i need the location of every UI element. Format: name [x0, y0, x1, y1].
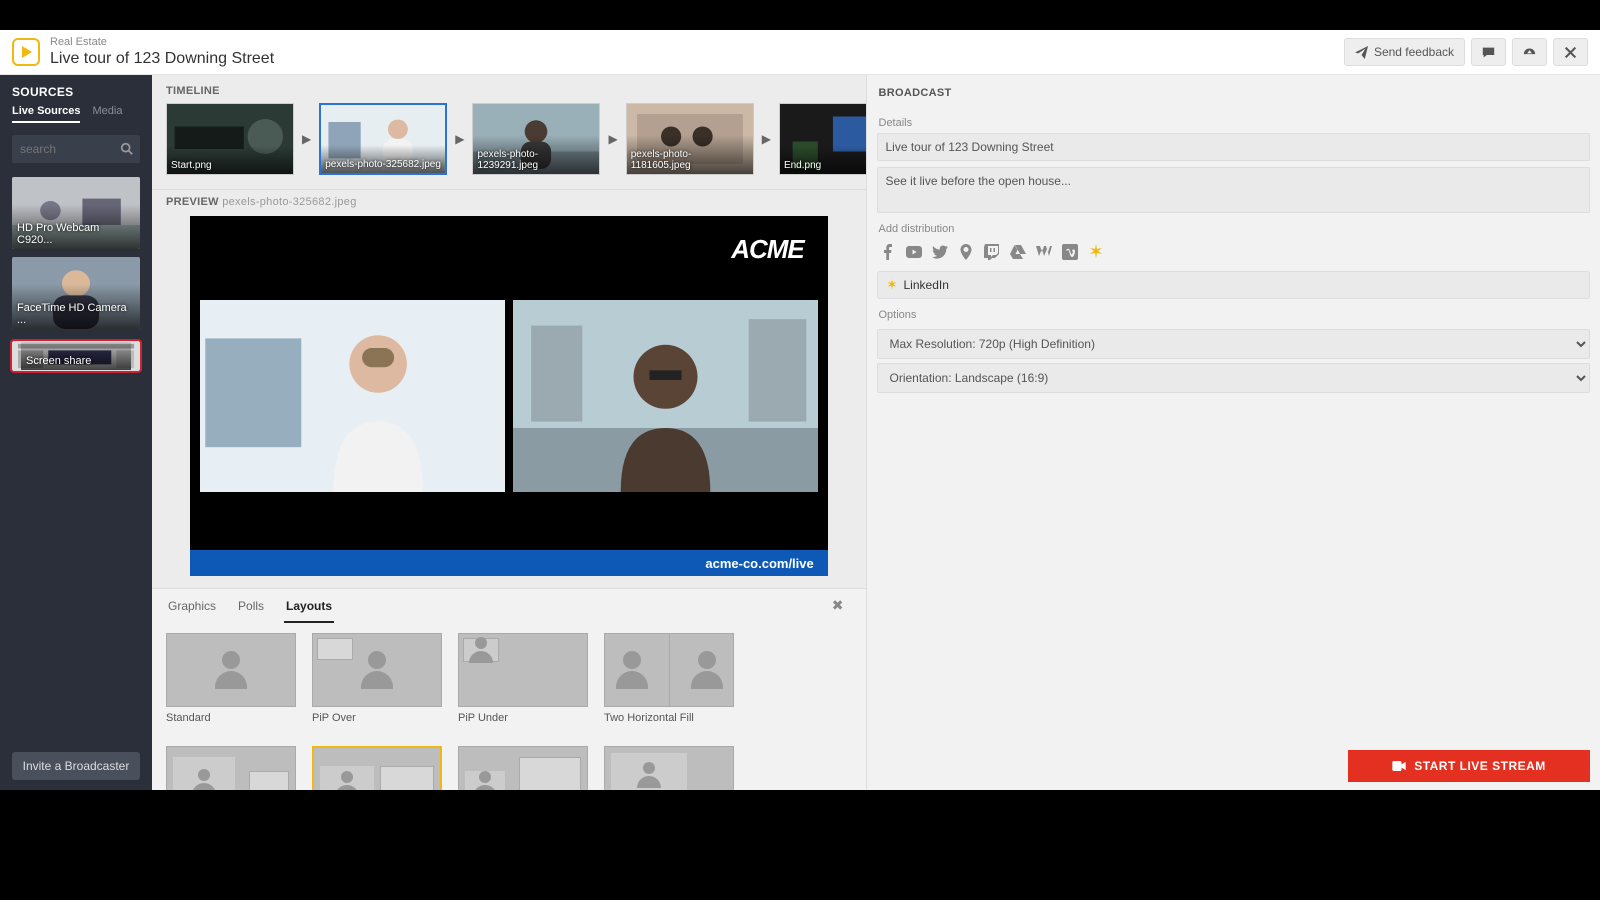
app-header: Real Estate Live tour of 123 Downing Str… — [0, 30, 1600, 75]
layout-pip-under[interactable]: PiP Under — [458, 633, 588, 724]
preview-heading: PREVIEW — [166, 196, 219, 208]
broadcast-panel: BROADCAST Details Add distribution Linke… — [866, 75, 1600, 790]
wistia-icon[interactable] — [1035, 243, 1053, 261]
broadcast-title-input[interactable] — [877, 133, 1591, 161]
camera-icon — [1392, 761, 1406, 771]
tab-layouts[interactable]: Layouts — [284, 589, 334, 623]
app-logo — [12, 38, 40, 66]
send-feedback-button[interactable]: Send feedback — [1344, 38, 1465, 66]
asterisk-icon — [886, 279, 898, 291]
resolution-select[interactable]: Max Resolution: 720p (High Definition) — [877, 329, 1591, 359]
tab-polls[interactable]: Polls — [236, 589, 266, 623]
close-panel-icon[interactable]: ✖ — [832, 597, 844, 614]
tab-media[interactable]: Media — [92, 105, 122, 123]
facebook-icon[interactable] — [879, 243, 897, 261]
chat-button[interactable] — [1471, 38, 1506, 66]
search-icon[interactable] — [120, 142, 134, 159]
sources-panel: SOURCES Live Sources Media HD Pro Webcam… — [0, 75, 152, 790]
tab-graphics[interactable]: Graphics — [166, 589, 218, 623]
sources-heading: SOURCES — [0, 75, 152, 105]
chat-icon — [1482, 46, 1495, 59]
custom-dist-icon[interactable] — [1087, 243, 1105, 261]
twitter-icon[interactable] — [931, 243, 949, 261]
add-distribution-label: Add distribution — [879, 223, 1589, 235]
invite-broadcaster-button[interactable]: Invite a Broadcaster — [12, 752, 140, 780]
distribution-chip[interactable]: LinkedIn — [877, 271, 1591, 299]
periscope-icon[interactable] — [957, 243, 975, 261]
timeline-item[interactable]: Start.png — [166, 103, 294, 175]
layout-two-h-fill[interactable]: Two Horizontal Fill — [604, 633, 734, 724]
layout-standard[interactable]: Standard — [166, 633, 296, 724]
chevron-right-icon: ▶ — [606, 132, 619, 146]
timeline: Start.png ▶ pexels-photo-325682.jpeg ▶ p… — [152, 103, 866, 190]
layout-pip-over[interactable]: PiP Over — [312, 633, 442, 724]
layout-two-horizontal[interactable]: Two Horizontal — [312, 746, 442, 790]
source-facetime[interactable]: FaceTime HD Camera ... — [12, 257, 140, 329]
twitch-icon[interactable] — [983, 243, 1001, 261]
timeline-item[interactable]: pexels-photo-1239291.jpeg — [472, 103, 600, 175]
lower-third: acme-co.com/live — [190, 550, 828, 576]
chevron-right-icon: ▶ — [453, 132, 466, 146]
timeline-item[interactable]: pexels-photo-1181605.jpeg — [626, 103, 754, 175]
breadcrumb: Real Estate — [50, 36, 1344, 49]
close-button[interactable] — [1553, 38, 1588, 66]
broadcast-desc-input[interactable] — [877, 167, 1591, 213]
preview-stage: ACME acme-co.com/live — [190, 216, 828, 576]
options-label: Options — [879, 309, 1589, 321]
start-live-stream-button[interactable]: START LIVE STREAM — [1348, 750, 1590, 782]
timeline-item[interactable]: pexels-photo-325682.jpeg — [319, 103, 447, 175]
tab-live-sources[interactable]: Live Sources — [12, 105, 80, 123]
source-screen-share[interactable]: Screen share — [12, 341, 140, 371]
gauge-icon — [1523, 46, 1536, 59]
preview-feed-left — [200, 300, 505, 492]
details-label: Details — [879, 117, 1589, 129]
layout-option[interactable] — [604, 746, 734, 790]
youtube-icon[interactable] — [905, 243, 923, 261]
chevron-right-icon: ▶ — [300, 132, 313, 146]
preview-feed-right — [513, 300, 818, 492]
preview-filename: pexels-photo-325682.jpeg — [222, 196, 356, 208]
watermark: ACME — [731, 234, 804, 265]
drive-icon[interactable] — [1009, 243, 1027, 261]
layouts-grid: Standard PiP Over PiP Under Two Horizont… — [152, 623, 866, 790]
layout-two-right[interactable]: Two Right — [458, 746, 588, 790]
timeline-heading: TIMELINE — [152, 75, 866, 103]
paper-plane-icon — [1355, 46, 1368, 59]
orientation-select[interactable]: Orientation: Landscape (16:9) — [877, 363, 1591, 393]
page-title: Live tour of 123 Downing Street — [50, 49, 1344, 68]
vimeo-icon[interactable] — [1061, 243, 1079, 261]
source-webcam-c920[interactable]: HD Pro Webcam C920... — [12, 177, 140, 249]
chevron-right-icon: ▶ — [760, 132, 773, 146]
layout-two-left[interactable]: Two Left — [166, 746, 296, 790]
settings-button[interactable] — [1512, 38, 1547, 66]
close-icon — [1564, 46, 1577, 59]
broadcast-heading: BROADCAST — [877, 75, 1591, 107]
